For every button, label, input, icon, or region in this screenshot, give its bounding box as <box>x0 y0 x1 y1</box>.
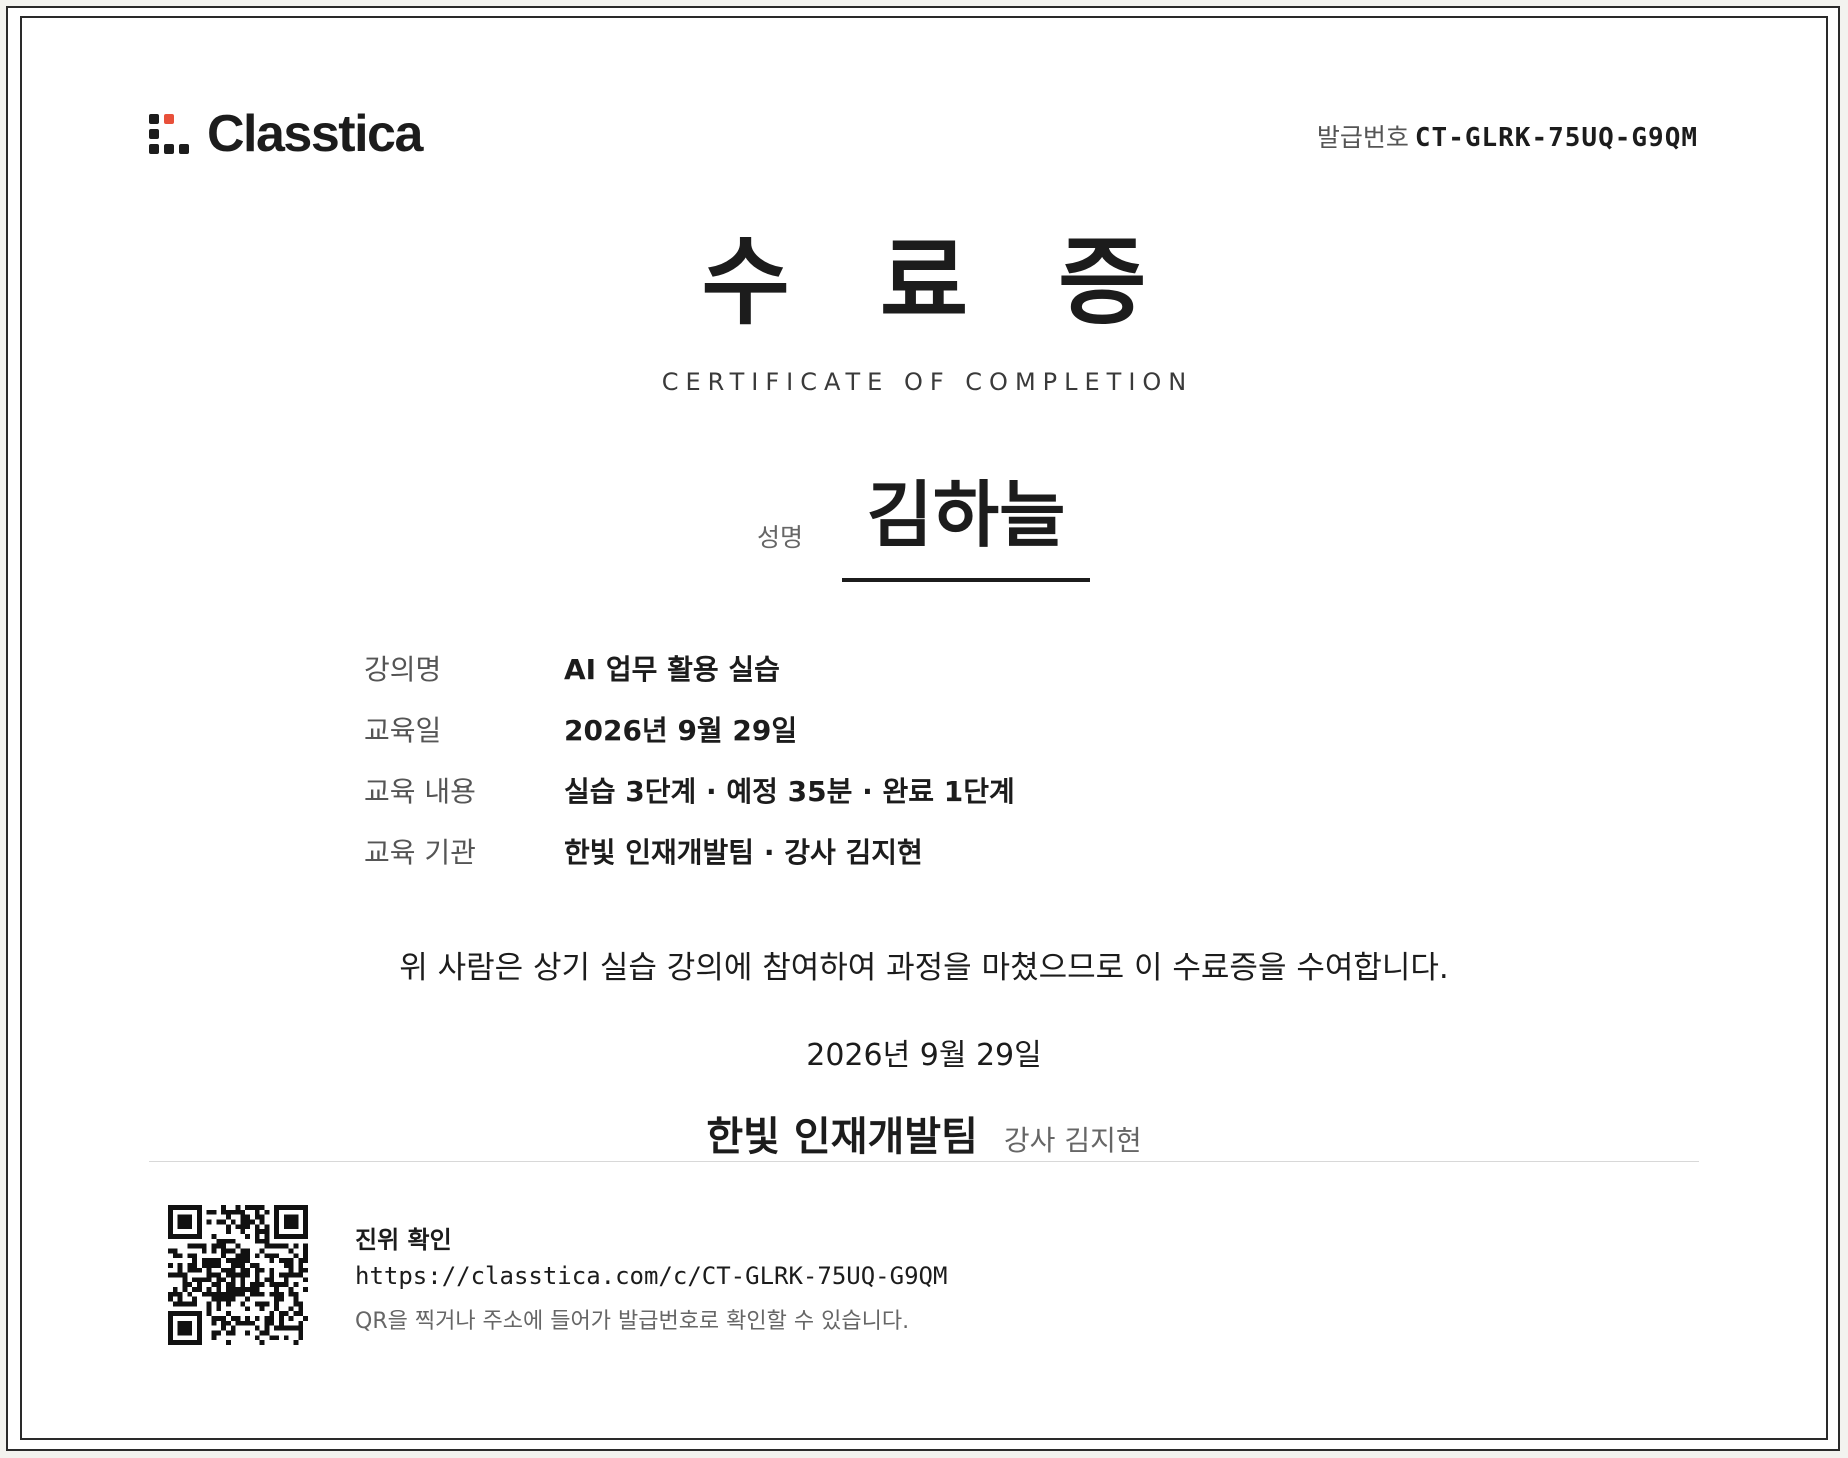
detail-label: 교육일 <box>364 714 442 747</box>
brand-name: Classtica <box>207 105 423 163</box>
certificate-subtitle: CERTIFICATE OF COMPLETION <box>661 368 1194 396</box>
issue-number-code: CT-GLRK-75UQ-G9QM <box>1414 123 1698 153</box>
detail-label: 교육 내용 <box>364 775 476 808</box>
detail-label: 강의명 <box>364 653 442 686</box>
issuer-name: 한빛 인재개발팀 <box>706 1114 978 1160</box>
issue-number-label: 발급번호 <box>1316 123 1409 152</box>
verification-url-link[interactable]: https://classtica.com/c/CT-GLRK-75UQ-G9Q… <box>355 1262 947 1290</box>
verification-title: 진위 확인 <box>355 1226 452 1254</box>
recipient-name-label: 성명 <box>757 523 804 552</box>
qr-code-icon[interactable] <box>168 1205 308 1345</box>
issuer-signature: 한빛 인재개발팀 강사 김지현 <box>0 1104 1848 1162</box>
issue-date: 2026년 9월 29일 <box>806 1038 1042 1073</box>
detail-value: 2026년 9월 29일 <box>564 714 798 747</box>
footer-divider <box>149 1161 1699 1162</box>
brand-logo: Classtica <box>149 105 423 163</box>
recipient-name: 김하늘 <box>866 473 1066 557</box>
issue-number: 발급번호 CT-GLRK-75UQ-G9QM <box>1317 118 1698 154</box>
detail-label: 교육 기관 <box>364 836 476 869</box>
detail-value: AI 업무 활용 실습 <box>564 653 780 686</box>
classtica-logo-icon <box>149 114 189 154</box>
certificate-title: 수료증 <box>701 226 1237 338</box>
issuer-instructor: 강사 김지현 <box>1003 1124 1142 1157</box>
verification-note: QR을 찍거나 주소에 들어가 발급번호로 확인할 수 있습니다. <box>355 1309 910 1334</box>
detail-value: 실습 3단계 · 예정 35분 · 완료 1단계 <box>564 775 1015 808</box>
recipient-name-underline <box>842 578 1090 582</box>
detail-value: 한빛 인재개발팀 · 강사 김지현 <box>564 836 923 869</box>
certificate-statement: 위 사람은 상기 실습 강의에 참여하여 과정을 마쳤으므로 이 수료증을 수여… <box>399 950 1449 986</box>
